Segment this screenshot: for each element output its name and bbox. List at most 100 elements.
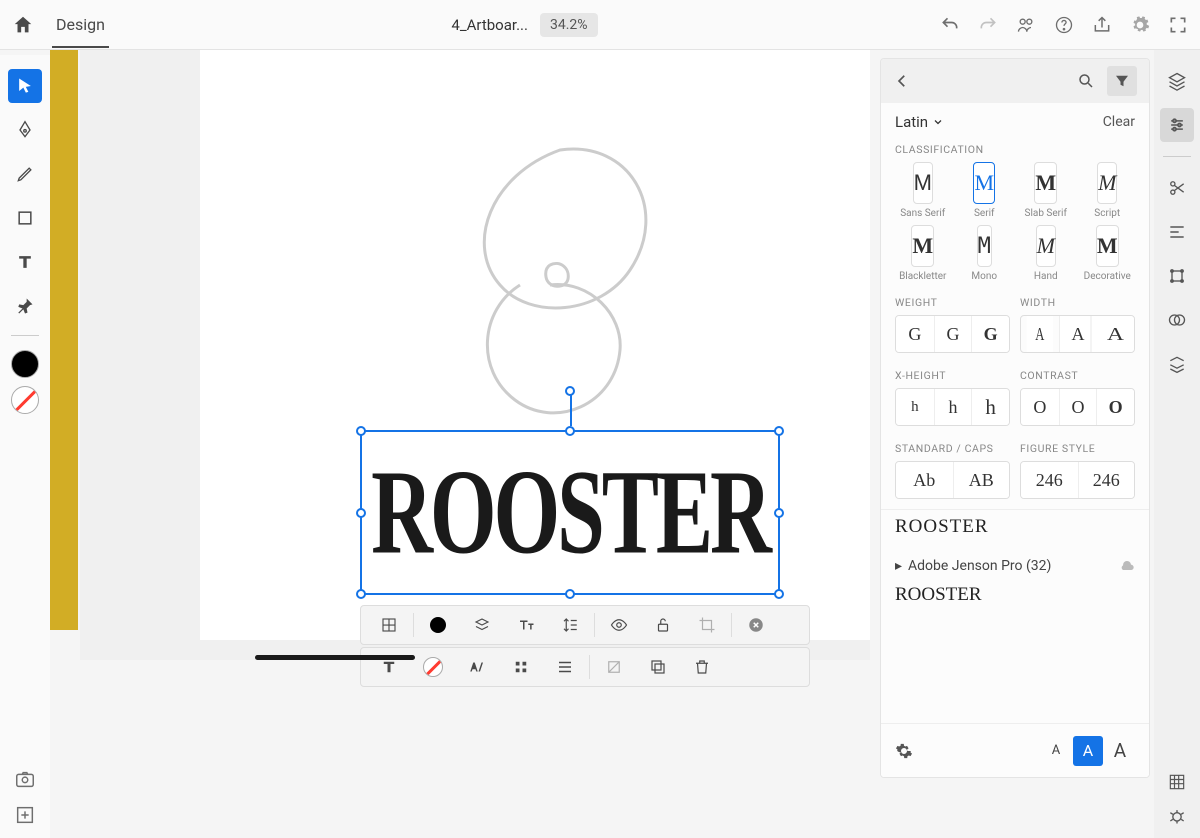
duplicate-icon[interactable] xyxy=(636,651,680,683)
back-icon[interactable] xyxy=(893,72,911,90)
visibility-icon[interactable] xyxy=(597,609,641,641)
redo-icon[interactable] xyxy=(978,15,998,35)
weight-option-2[interactable]: G xyxy=(971,316,1009,352)
fill-icon[interactable] xyxy=(416,609,460,641)
language-dropdown[interactable]: Latin xyxy=(895,113,944,131)
home-icon[interactable] xyxy=(12,14,34,36)
stroke-none-icon[interactable] xyxy=(411,651,455,683)
layers-icon[interactable] xyxy=(1160,64,1194,98)
snap-icon[interactable] xyxy=(499,651,543,683)
crop-icon[interactable] xyxy=(685,609,729,641)
weight-option-1[interactable]: G xyxy=(934,316,972,352)
preview-size-toggle: A A A xyxy=(1041,736,1135,766)
document-title[interactable]: 4_Artboar... xyxy=(451,16,528,34)
xheight-option-0[interactable]: h xyxy=(896,389,934,425)
align-icon[interactable] xyxy=(1160,215,1194,249)
resize-handle-bm[interactable] xyxy=(565,589,575,599)
search-icon[interactable] xyxy=(1077,72,1095,90)
shape-tool[interactable] xyxy=(8,201,42,235)
resize-handle-bl[interactable] xyxy=(356,589,366,599)
pathfinder-icon[interactable] xyxy=(1160,303,1194,337)
delete-icon[interactable] xyxy=(680,651,724,683)
properties-icon[interactable] xyxy=(1160,108,1194,142)
grid-icon[interactable] xyxy=(367,609,411,641)
selection-tool[interactable] xyxy=(8,69,42,103)
transform-icon[interactable] xyxy=(1160,259,1194,293)
kerning-icon[interactable] xyxy=(455,651,499,683)
type-size-icon[interactable] xyxy=(504,609,548,641)
resize-handle-ml[interactable] xyxy=(356,508,366,518)
camera-icon[interactable] xyxy=(14,768,36,790)
width-option-2[interactable]: A xyxy=(1091,316,1135,352)
classification-hand[interactable]: M xyxy=(1036,225,1056,267)
font-preview[interactable]: ROOSTER xyxy=(895,510,1135,548)
rotate-handle[interactable] xyxy=(565,386,575,396)
caps-option-1[interactable]: AB xyxy=(953,462,1010,498)
selected-text-frame[interactable]: ROOSTER xyxy=(360,430,780,595)
caps-option-0[interactable]: Ab xyxy=(896,462,953,498)
undo-icon[interactable] xyxy=(940,15,960,35)
pen-tool[interactable] xyxy=(8,113,42,147)
resize-handle-tr[interactable] xyxy=(774,426,784,436)
share-icon[interactable] xyxy=(1092,15,1112,35)
expand-icon: ▸ xyxy=(895,558,902,574)
xheight-option-1[interactable]: h xyxy=(934,389,972,425)
figure-option-0[interactable]: 246 xyxy=(1021,462,1078,498)
lock-icon[interactable] xyxy=(641,609,685,641)
zoom-level[interactable]: 34.2% xyxy=(540,13,598,37)
resize-handle-tl[interactable] xyxy=(356,426,366,436)
contrast-option-2[interactable]: O xyxy=(1096,389,1134,425)
arrange-icon[interactable] xyxy=(460,609,504,641)
resize-handle-tm[interactable] xyxy=(565,426,575,436)
panel-header xyxy=(881,59,1149,103)
close-context-icon[interactable] xyxy=(734,609,778,641)
grid-toggle-icon[interactable] xyxy=(1167,772,1187,792)
repeat-icon[interactable] xyxy=(1160,347,1194,381)
effects-icon[interactable] xyxy=(592,651,636,683)
settings-icon[interactable] xyxy=(1130,15,1150,35)
fill-color-swatch[interactable] xyxy=(11,350,39,378)
size-small-button[interactable]: A xyxy=(1041,736,1071,766)
canvas-area[interactable]: ROOSTER xyxy=(80,50,870,660)
classification-decorative[interactable]: M xyxy=(1096,225,1119,267)
size-large-button[interactable]: A xyxy=(1105,736,1135,766)
gear-icon[interactable] xyxy=(895,742,913,760)
paragraph-icon[interactable] xyxy=(543,651,587,683)
help-icon[interactable] xyxy=(1054,15,1074,35)
xheight-option-2[interactable]: h xyxy=(971,389,1009,425)
classification-script[interactable]: M xyxy=(1097,162,1117,204)
pencil-tool[interactable] xyxy=(8,157,42,191)
size-medium-button[interactable]: A xyxy=(1073,736,1103,766)
scissors-icon[interactable] xyxy=(1160,171,1194,205)
canvas-text[interactable]: ROOSTER xyxy=(371,443,769,583)
fullscreen-icon[interactable] xyxy=(1168,15,1188,35)
contrast-option-0[interactable]: O xyxy=(1021,389,1059,425)
width-option-0[interactable]: A xyxy=(1027,316,1053,352)
font-results-list[interactable]: ROOSTER ▸ Adobe Jenson Pro (32) ROOSTER xyxy=(881,509,1149,723)
pin-tool[interactable] xyxy=(8,289,42,323)
mode-tab-design[interactable]: Design xyxy=(52,1,109,48)
type-tool[interactable] xyxy=(8,245,42,279)
stroke-color-swatch[interactable] xyxy=(11,386,39,414)
classification-sans-serif[interactable]: M xyxy=(913,162,933,204)
clear-filters-button[interactable]: Clear xyxy=(1103,114,1135,130)
weight-option-0[interactable]: G xyxy=(896,316,934,352)
font-family-row[interactable]: ▸ Adobe Jenson Pro (32) xyxy=(895,548,1135,578)
place-image-icon[interactable] xyxy=(14,804,36,826)
resize-handle-br[interactable] xyxy=(774,589,784,599)
figure-option-1[interactable]: 246 xyxy=(1078,462,1135,498)
contrast-option-1[interactable]: O xyxy=(1059,389,1097,425)
bug-icon[interactable] xyxy=(1167,806,1187,826)
classification-mono[interactable]: M xyxy=(977,225,992,267)
invite-icon[interactable] xyxy=(1016,15,1036,35)
panel-footer: A A A xyxy=(881,723,1149,777)
resize-handle-mr[interactable] xyxy=(774,508,784,518)
classification-slab-serif[interactable]: M xyxy=(1034,162,1057,204)
font-preview[interactable]: ROOSTER xyxy=(895,578,1135,616)
classification-blackletter[interactable]: M xyxy=(911,225,934,267)
left-toolbar xyxy=(0,55,50,838)
filter-icon[interactable] xyxy=(1107,66,1137,96)
line-spacing-icon[interactable] xyxy=(548,609,592,641)
artboard[interactable]: ROOSTER xyxy=(200,50,870,640)
classification-serif[interactable]: M xyxy=(973,162,995,204)
